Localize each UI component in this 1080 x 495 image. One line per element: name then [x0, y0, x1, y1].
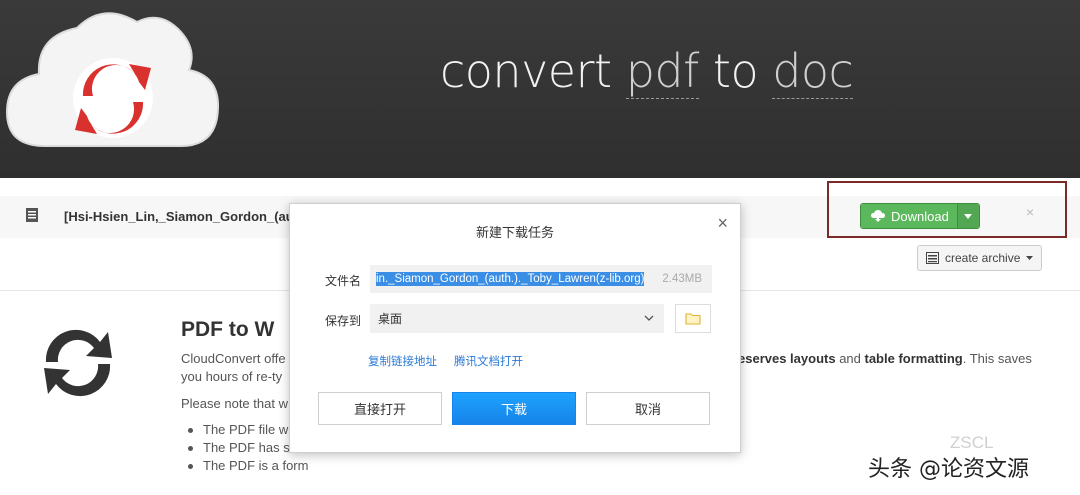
output-format-link[interactable]: doc [772, 44, 854, 99]
dialog-title: 新建下载任务 [475, 225, 554, 240]
file-size: 2.43MB [662, 273, 702, 285]
filename-value: in._Siamon_Gordon_(auth.)._Toby_Lawren(z… [376, 272, 645, 286]
chevron-down-icon [644, 315, 654, 321]
remove-file-button[interactable]: × [1026, 204, 1034, 220]
description-text: you hours of re-ty [181, 369, 283, 384]
filename-label: 文件名 [325, 274, 362, 288]
close-icon[interactable]: × [717, 213, 728, 234]
create-archive-button[interactable]: create archive [917, 245, 1043, 271]
file-icon [26, 208, 38, 222]
cancel-button[interactable]: 取消 [586, 392, 710, 425]
description-text: CloudConvert offe [181, 351, 286, 366]
sync-icon [44, 329, 112, 397]
open-directly-button[interactable]: 直接打开 [318, 392, 442, 425]
input-format-link[interactable]: pdf [625, 44, 699, 99]
cloud-download-icon [871, 210, 885, 222]
download-button[interactable]: Download [861, 204, 957, 228]
filename-input[interactable]: in._Siamon_Gordon_(auth.)._Toby_Lawren(z… [370, 265, 712, 293]
copy-link-link[interactable]: 复制链接地址 [368, 353, 437, 369]
folder-icon [685, 313, 701, 325]
download-button-group: Download [860, 203, 980, 229]
archive-icon [926, 252, 939, 264]
browse-folder-button[interactable] [675, 304, 711, 333]
app-header: convert pdf to doc [0, 0, 1080, 178]
list-item: The PDF is a form [188, 458, 308, 476]
watermark: 头条 @论资文源 [868, 457, 1029, 482]
caret-down-icon [964, 213, 973, 219]
cloud-sync-logo-icon [5, 12, 220, 147]
note-text: Please note that w [181, 396, 288, 411]
section-title: PDF to W [181, 318, 275, 341]
page-title: convert pdf to doc [440, 44, 854, 99]
watermark-faint: ZSCL [950, 433, 994, 452]
file-name: [Hsi-Hsien_Lin,_Siamon_Gordon_(au [64, 209, 294, 224]
new-download-dialog: 新建下载任务 × 文件名 in._Siamon_Gordon_(auth.)._… [289, 203, 741, 453]
download-confirm-button[interactable]: 下载 [452, 392, 576, 425]
download-options-toggle[interactable] [956, 204, 979, 228]
description-text: eserves layouts and table formatting. Th… [738, 351, 1032, 366]
caret-down-icon [1026, 256, 1034, 260]
save-location-label: 保存到 [325, 314, 362, 328]
save-location-select[interactable]: 桌面 [370, 304, 664, 333]
open-tencent-docs-link[interactable]: 腾讯文档打开 [454, 353, 523, 369]
